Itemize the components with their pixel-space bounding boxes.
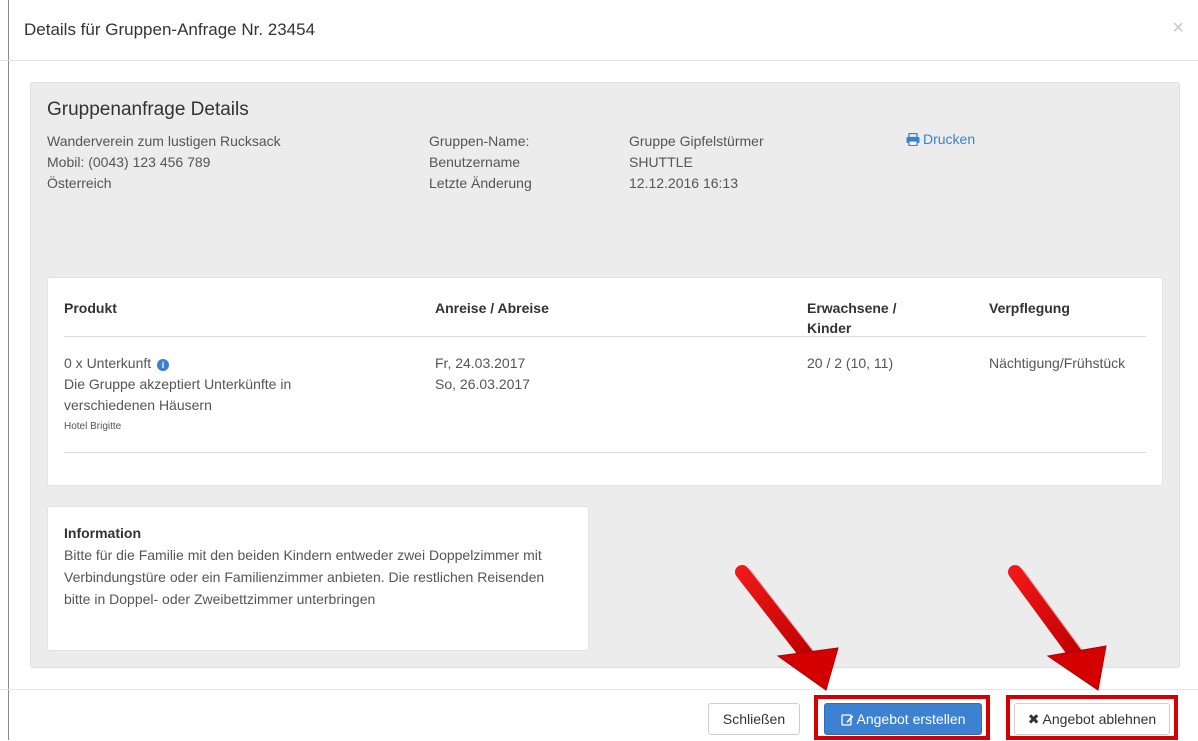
arrival-date: Fr, 24.03.2017: [435, 355, 526, 371]
group-name-label: Gruppen-Name:: [429, 133, 530, 149]
modal-footer: Schließen Angebot erstellen ✖ Angebot abl…: [0, 689, 1198, 741]
product-note-line1: Die Gruppe akzeptiert Unterkünfte in: [64, 376, 292, 392]
contact-name: Wanderverein zum lustigen Rucksack: [47, 133, 281, 149]
username-label: Benutzername: [429, 154, 521, 170]
hotel-name: Hotel Brigitte: [64, 421, 122, 432]
product-label: 0 x Unterkunft: [64, 355, 152, 371]
contact-country: Österreich: [47, 175, 112, 191]
header-board: Verpflegung: [989, 300, 1070, 316]
table-header-divider: [64, 336, 1146, 337]
last-change-label: Letzte Änderung: [429, 175, 532, 191]
printer-icon: [906, 132, 920, 147]
product-note-line2: verschiedenen Häusern: [64, 397, 212, 413]
departure-date: So, 26.03.2017: [435, 376, 530, 392]
information-box: Information Bitte für die Familie mit de…: [47, 506, 589, 651]
field-labels: Gruppen-Name: Benutzername Letzte Änderu…: [429, 131, 532, 194]
edit-icon: [840, 714, 853, 726]
table-row-board: Nächtigung/Frühstück: [989, 355, 1126, 371]
username-value: SHUTTLE: [629, 154, 693, 170]
info-icon[interactable]: i: [157, 359, 170, 371]
decline-offer-label: Angebot ablehnen: [1042, 711, 1157, 727]
modal-title: Details für Gruppen-Anfrage Nr. 23454: [24, 20, 316, 39]
information-title: Information: [64, 525, 141, 541]
panel-title: Gruppenanfrage Details: [47, 99, 249, 120]
print-link[interactable]: Drucken: [906, 131, 975, 147]
information-text: Bitte für die Familie mit den beiden Kin…: [64, 547, 545, 607]
header-product: Produkt: [64, 300, 117, 316]
create-offer-label: Angebot erstellen: [856, 711, 966, 727]
field-values: Gruppe Gipfelstürmer SHUTTLE 12.12.2016 …: [629, 131, 764, 194]
print-label: Drucken: [923, 131, 976, 147]
table-bottom-divider: [64, 452, 1146, 453]
contact-info: Wanderverein zum lustigen Rucksack Mobil…: [47, 131, 281, 194]
x-icon: ✖: [1027, 711, 1040, 727]
table-row-dates: Fr, 24.03.2017 So, 26.03.2017: [435, 353, 530, 395]
create-offer-button[interactable]: Angebot erstellen: [824, 703, 982, 735]
decline-offer-button[interactable]: ✖ Angebot ablehnen: [1014, 703, 1170, 735]
last-change-value: 12.12.2016 16:13: [629, 175, 738, 191]
product-table: Produkt Anreise / Abreise Erwachsene / K…: [47, 277, 1163, 486]
header-dates: Anreise / Abreise: [435, 300, 549, 316]
header-guests-line2: Kinder: [807, 320, 852, 336]
contact-phone: Mobil: (0043) 123 456 789: [47, 154, 211, 170]
header-guests-line1: Erwachsene /: [807, 300, 897, 316]
group-name-value: Gruppe Gipfelstürmer: [629, 133, 764, 149]
close-icon[interactable]: ×: [1172, 18, 1184, 38]
close-button[interactable]: Schließen: [708, 703, 800, 735]
modal-header: Details für Gruppen-Anfrage Nr. 23454 ×: [0, 0, 1198, 61]
details-panel: Gruppenanfrage Details Wanderverein zum …: [30, 82, 1180, 668]
header-guests: Erwachsene / Kinder: [807, 298, 897, 338]
left-border-line: [8, 0, 9, 740]
table-row-guests: 20 / 2 (10, 11): [807, 355, 894, 371]
table-row-product: 0 x Unterkunft i Die Gruppe akzeptiert U…: [64, 353, 291, 437]
